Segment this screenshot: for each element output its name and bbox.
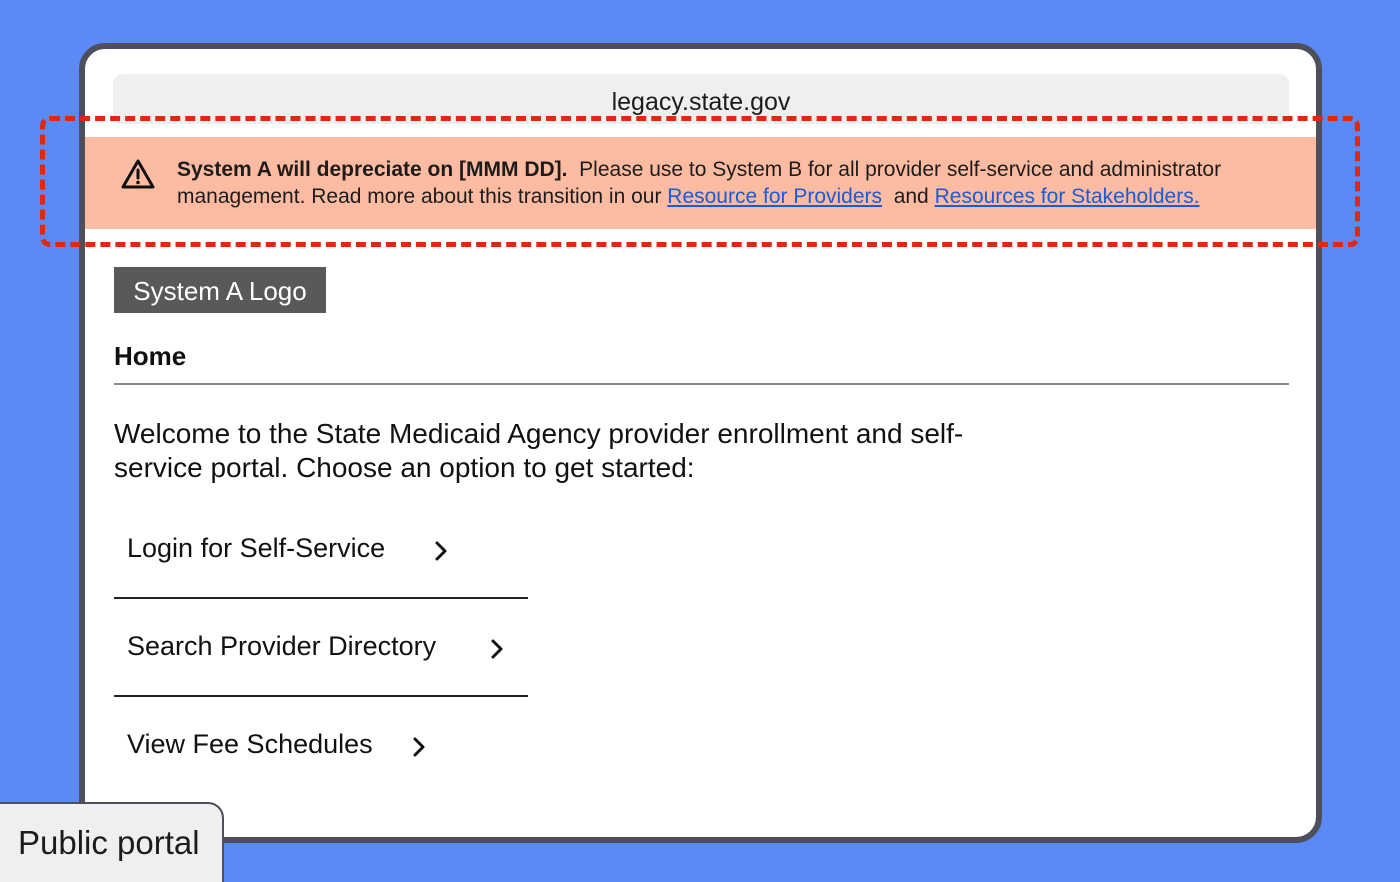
public-portal-tag: Public portal <box>0 802 224 882</box>
banner-message: System A will depreciate on [MMM DD]. Pl… <box>177 156 1297 210</box>
search-provider-directory-option[interactable]: Search Provider Directory <box>114 599 528 697</box>
resources-for-stakeholders-link[interactable]: Resources for Stakeholders. <box>935 185 1200 208</box>
system-a-logo[interactable]: System A Logo <box>114 267 326 313</box>
banner-bold-text: System A will depreciate on [MMM DD]. <box>177 158 568 181</box>
tag-label: Public portal <box>18 824 200 861</box>
nav-home-link[interactable]: Home <box>114 341 186 372</box>
nav-divider <box>114 383 1289 385</box>
login-self-service-option[interactable]: Login for Self-Service <box>114 501 528 599</box>
view-fee-schedules-option[interactable]: View Fee Schedules <box>114 697 528 795</box>
logo-text: System A Logo <box>133 276 307 306</box>
resource-for-providers-link[interactable]: Resource for Providers <box>667 185 882 208</box>
banner-conjunction: and <box>893 185 929 208</box>
deprecation-banner: System A will depreciate on [MMM DD]. Pl… <box>85 137 1316 229</box>
chevron-right-icon <box>413 737 425 757</box>
option-label: Login for Self-Service <box>127 533 386 563</box>
warning-triangle-icon <box>121 159 155 189</box>
chevron-right-icon <box>491 639 503 659</box>
option-label: View Fee Schedules <box>127 729 373 759</box>
address-bar-url: legacy.state.gov <box>611 88 791 116</box>
option-label: Search Provider Directory <box>127 631 437 661</box>
chevron-right-icon <box>435 541 447 561</box>
address-bar[interactable]: legacy.state.gov <box>113 74 1289 124</box>
welcome-text: Welcome to the State Medicaid Agency pro… <box>114 418 964 483</box>
stage: legacy.state.gov System A will depreciat… <box>0 0 1400 882</box>
browser-window: legacy.state.gov System A will depreciat… <box>79 43 1322 843</box>
